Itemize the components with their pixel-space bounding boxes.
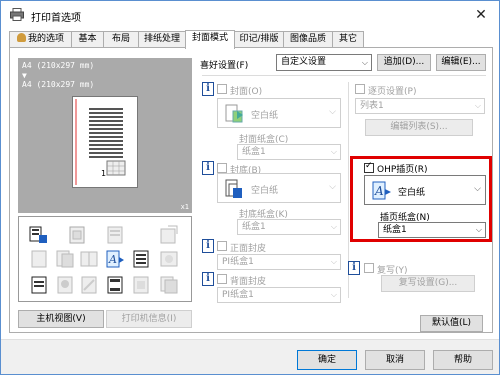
front-insert-label: 正面封皮 xyxy=(230,244,267,254)
info-icon: i xyxy=(348,261,360,275)
blank-paper-icon xyxy=(225,179,242,198)
overlay-icon xyxy=(133,276,149,294)
back-cover-checkbox[interactable] xyxy=(217,163,227,173)
chevron-down-icon: ⌵ xyxy=(361,58,368,67)
tab-cover-mode[interactable]: 封面模式 xyxy=(185,30,235,49)
tab-my-options[interactable]: 我的选项 xyxy=(9,31,72,48)
chapter-icon xyxy=(107,226,123,244)
document-icon xyxy=(31,276,47,294)
page-preview: A4 (210x297 mm) ▼ A4 (210x297 mm) 1 x1 xyxy=(18,58,192,213)
info-icon: i xyxy=(202,239,214,253)
chevron-down-icon: ⌵ xyxy=(329,182,336,192)
chevron-down-icon: ⌵ xyxy=(330,257,337,266)
page-setting-checkbox[interactable] xyxy=(355,84,365,94)
header-footer-icon xyxy=(107,276,123,294)
window-title: 打印首选项 xyxy=(31,13,81,24)
close-icon[interactable]: ✕ xyxy=(471,5,491,25)
watermark-icon xyxy=(81,276,97,294)
title-bar: 打印首选项 ✕ xyxy=(1,1,499,29)
favorites-select[interactable]: 自定义设置 ⌵ xyxy=(276,54,372,71)
page-list-select[interactable]: 列表1 ⌵ xyxy=(355,98,485,114)
front-cover-tray-select[interactable]: 纸盒1 ⌵ xyxy=(237,144,341,160)
preview-paper: 1 xyxy=(72,96,138,188)
cover-sheet-icon xyxy=(29,226,47,243)
transparency-icon xyxy=(69,226,85,244)
back-insert-label: 背面封皮 xyxy=(230,277,267,287)
chevron-down-icon: ⌵ xyxy=(329,107,336,117)
tab-image-quality[interactable]: 图像品质 xyxy=(283,31,333,48)
user-icon xyxy=(16,33,26,42)
back-insert-checkbox[interactable] xyxy=(217,274,227,284)
insert-image-icon xyxy=(160,225,178,244)
cancel-button[interactable]: 取消 xyxy=(365,350,425,370)
main-view-button[interactable]: 主机视图(V) xyxy=(18,310,104,328)
carbon-copy-checkbox[interactable] xyxy=(364,263,374,273)
carbon-copy-icon xyxy=(160,276,178,294)
add-favorite-button[interactable]: 追加(D)... xyxy=(377,54,431,71)
chevron-down-icon: ⌵ xyxy=(330,222,337,231)
tab-finishing[interactable]: 排纸处理 xyxy=(138,31,186,48)
page-list-icon xyxy=(133,250,149,268)
preview-source-size: A4 (210x297 mm) xyxy=(22,61,95,70)
tab-bar: 我的选项 基本 布局 排纸处理 封面模式 印记/排版 图像品质 其它 xyxy=(9,30,493,49)
preview-arrow: ▼ xyxy=(22,71,27,80)
cover-mode-panel: A4 (210x297 mm) ▼ A4 (210x297 mm) 1 x1 A… xyxy=(9,47,493,333)
preview-page-number: 1 xyxy=(101,169,107,178)
favorites-label: 喜好设置(F) xyxy=(200,61,249,71)
page-insert-icon xyxy=(56,250,74,268)
divider xyxy=(202,75,486,76)
ok-button[interactable]: 确定 xyxy=(297,350,357,370)
tab-layout[interactable]: 布局 xyxy=(103,31,139,48)
print-preferences-window: 打印首选项 ✕ 我的选项 基本 布局 排纸处理 封面模式 印记/排版 图像品质 … xyxy=(0,0,500,375)
front-cover-label: 封面(O) xyxy=(230,87,263,97)
info-icon: i xyxy=(202,272,214,286)
front-cover-type-select[interactable]: 空白纸 ⌵ xyxy=(217,98,341,128)
info-icon: i xyxy=(202,161,214,175)
preview-copies: x1 xyxy=(180,203,189,211)
front-cover-checkbox[interactable] xyxy=(217,84,227,94)
function-icons-panel: A xyxy=(18,216,192,302)
preview-output-size: A4 (210x297 mm) xyxy=(22,80,95,89)
page-setting-label: 逐页设置(P) xyxy=(368,87,417,97)
edit-favorite-button[interactable]: 编辑(E)... xyxy=(436,54,486,71)
back-cover-type-select[interactable]: 空白纸 ⌵ xyxy=(217,173,341,203)
help-button[interactable]: 帮助 xyxy=(433,350,493,370)
highlight-box xyxy=(350,156,492,242)
carbon-settings-button[interactable]: 复写设置(G)... xyxy=(381,275,475,292)
tab-stamp-layout[interactable]: 印记/排版 xyxy=(234,31,284,48)
front-insert-checkbox[interactable] xyxy=(217,241,227,251)
svg-text:A: A xyxy=(108,253,117,266)
back-insert-tray-select[interactable]: PI纸盒1 ⌵ xyxy=(217,287,341,303)
tab-basic[interactable]: 基本 xyxy=(71,31,104,48)
tab-other[interactable]: 其它 xyxy=(332,31,364,48)
booklet-icon xyxy=(80,251,98,267)
printer-icon xyxy=(10,8,24,21)
chevron-down-icon: ⌵ xyxy=(330,290,337,299)
blank-paper-icon xyxy=(225,104,243,123)
default-button[interactable]: 默认值(L) xyxy=(420,315,483,332)
chevron-down-icon: ⌵ xyxy=(330,147,337,156)
front-insert-tray-select[interactable]: PI纸盒1 ⌵ xyxy=(217,254,341,270)
footer-bar: 确定 取消 帮助 xyxy=(1,339,499,374)
info-icon: i xyxy=(202,82,214,96)
copy-protect-icon xyxy=(160,251,178,267)
stamp-icon xyxy=(57,276,73,294)
printer-info-button[interactable]: 打印机信息(I) xyxy=(106,310,192,328)
edit-list-button[interactable]: 编辑列表(S)... xyxy=(365,119,473,136)
ohp-insert-icon: A xyxy=(106,250,124,268)
back-cover-tray-select[interactable]: 纸盒1 ⌵ xyxy=(237,219,341,235)
insert-sheet-icon xyxy=(31,250,47,268)
chevron-down-icon: ⌵ xyxy=(474,101,481,110)
